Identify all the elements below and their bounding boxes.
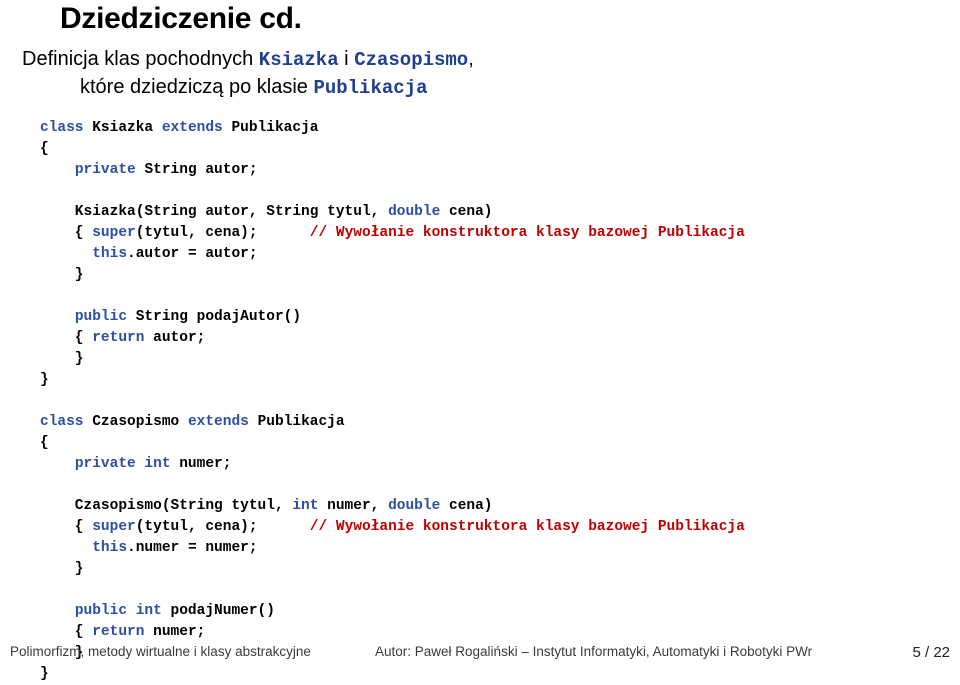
code-line: {	[40, 433, 745, 454]
code-token: numer,	[318, 498, 389, 514]
code-listing: class Ksiazka extends Publikacja { privat…	[40, 118, 745, 685]
code-token: numer;	[153, 624, 206, 640]
code-token: cena)	[440, 498, 493, 514]
code-token: double	[388, 204, 441, 220]
code-line: }	[40, 370, 745, 391]
code-token: this	[92, 246, 128, 262]
code-token: super	[92, 225, 136, 241]
code-line: }	[40, 349, 745, 370]
code-line: }	[40, 559, 745, 580]
code-token: cena)	[440, 204, 493, 220]
code-token: {	[40, 225, 93, 241]
code-line: public String podajAutor()	[40, 307, 745, 328]
code-line: private String autor;	[40, 160, 745, 181]
code-token: // Wywołanie konstruktora klasy bazowej …	[309, 519, 745, 535]
code-token: numer;	[179, 456, 232, 472]
code-token: (tytul, cena);	[135, 225, 310, 241]
code-token: (tytul, cena);	[135, 519, 310, 535]
slide: Dziedziczenie cd. Definicja klas pochodn…	[0, 0, 960, 682]
code-token: }	[40, 666, 49, 682]
slide-footer: Polimorfizm, metody wirtualne i klasy ab…	[0, 644, 960, 664]
code-token: String podajAutor()	[135, 309, 302, 325]
subtitle-comma: ,	[468, 48, 474, 70]
subtitle-conjunction: i	[338, 48, 355, 70]
code-token: Ksiazka(String autor, String tytul,	[40, 204, 389, 220]
subtitle-class-ksiazka: Ksiazka	[258, 49, 339, 71]
code-token: class	[40, 414, 93, 430]
code-token: {	[40, 519, 93, 535]
code-token: podajNumer()	[170, 603, 275, 619]
code-token: private int	[74, 456, 180, 472]
code-line: { return numer;	[40, 622, 745, 643]
code-token: public	[74, 309, 136, 325]
code-token: .numer = numer;	[127, 540, 258, 556]
code-token: double	[388, 498, 441, 514]
code-token: return	[92, 330, 154, 346]
footer-page-number: 5 / 22	[912, 644, 950, 661]
code-line: private int numer;	[40, 454, 745, 475]
code-token: String autor;	[144, 162, 258, 178]
code-token: extends	[161, 120, 232, 136]
subtitle-prefix: Definicja klas pochodnych	[22, 48, 259, 70]
code-token: return	[92, 624, 154, 640]
code-token: // Wywołanie konstruktora klasy bazowej …	[309, 225, 745, 241]
code-token: {	[40, 330, 93, 346]
code-token: {	[40, 435, 49, 451]
code-line: Czasopismo(String tytul, int numer, doub…	[40, 496, 745, 517]
code-token: Publikacja	[257, 414, 345, 430]
code-token: autor;	[153, 330, 206, 346]
code-token: int	[292, 498, 319, 514]
code-line: this.autor = autor;	[40, 244, 745, 265]
code-line: class Ksiazka extends Publikacja	[40, 118, 745, 139]
code-token: }	[40, 561, 84, 577]
subtitle-class-publikacja: Publikacja	[313, 77, 428, 99]
code-line: Ksiazka(String autor, String tytul, doub…	[40, 202, 745, 223]
code-line: public int podajNumer()	[40, 601, 745, 622]
code-line: this.numer = numer;	[40, 538, 745, 559]
code-token: {	[40, 624, 93, 640]
code-line: }	[40, 664, 745, 685]
code-line: }	[40, 265, 745, 286]
code-token: extends	[187, 414, 258, 430]
subtitle-line2: które dziedziczą po klasie Publikacja	[22, 74, 942, 102]
subtitle-class-czasopismo: Czasopismo	[354, 49, 469, 71]
code-token: private	[74, 162, 145, 178]
code-line: {	[40, 139, 745, 160]
code-token: .autor = autor;	[127, 246, 258, 262]
code-token: public int	[74, 603, 171, 619]
code-token: super	[92, 519, 136, 535]
code-line: { return autor;	[40, 328, 745, 349]
code-token: Ksiazka	[92, 120, 162, 136]
slide-subtitle: Definicja klas pochodnych Ksiazka i Czas…	[22, 46, 942, 102]
code-token: Czasopismo	[92, 414, 188, 430]
subtitle-line2-prefix: które dziedziczą po klasie	[80, 76, 314, 98]
footer-author: Autor: Paweł Rogaliński – Instytut Infor…	[375, 644, 813, 659]
slide-title: Dziedziczenie cd.	[60, 2, 302, 35]
code-token: }	[40, 372, 49, 388]
footer-topic: Polimorfizm, metody wirtualne i klasy ab…	[10, 644, 311, 659]
code-line: { super(tytul, cena); // Wywołanie konst…	[40, 517, 745, 538]
code-token: class	[40, 120, 93, 136]
code-token: }	[40, 267, 84, 283]
code-token: Czasopismo(String tytul,	[40, 498, 293, 514]
code-token: }	[40, 351, 84, 367]
code-token: {	[40, 141, 49, 157]
code-line: class Czasopismo extends Publikacja	[40, 412, 745, 433]
code-token: this	[92, 540, 128, 556]
code-token: Publikacja	[231, 120, 319, 136]
code-line: { super(tytul, cena); // Wywołanie konst…	[40, 223, 745, 244]
